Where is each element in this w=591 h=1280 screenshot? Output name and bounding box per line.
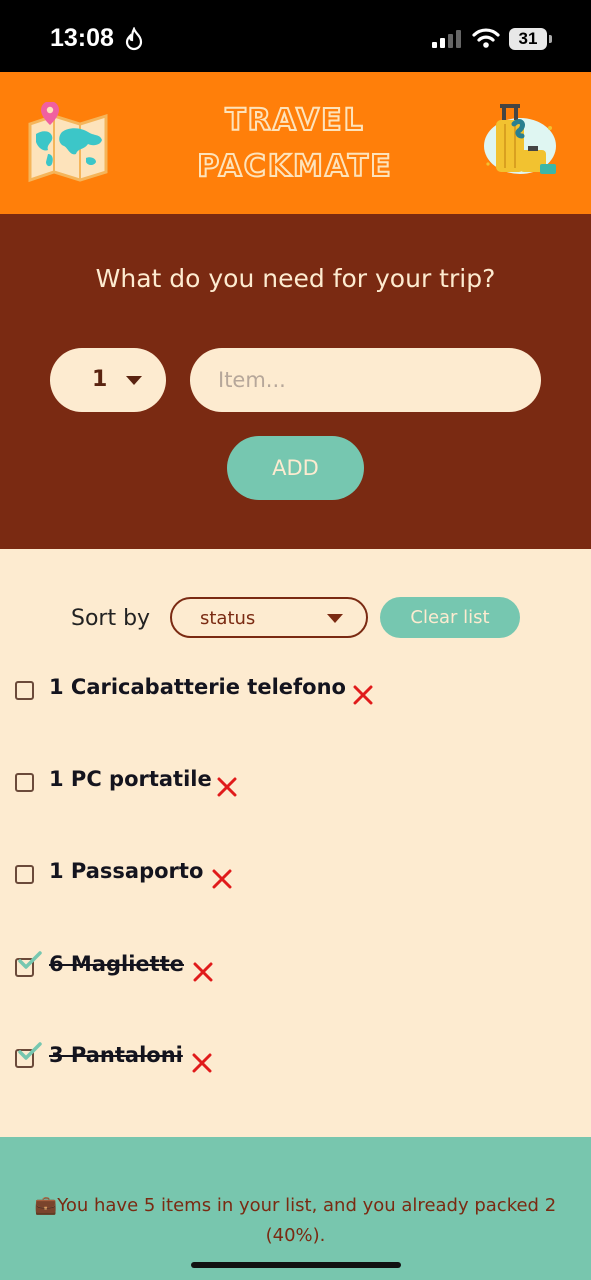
item-text: 1 Passaporto	[49, 859, 204, 883]
home-indicator[interactable]	[191, 1262, 401, 1268]
quantity-select[interactable]: 1	[50, 348, 166, 412]
remove-icon[interactable]	[217, 777, 237, 797]
caret-down-icon	[126, 376, 142, 385]
remove-icon[interactable]	[353, 685, 373, 705]
quantity-value: 1	[92, 367, 108, 392]
status-bar: 13:08 31	[0, 0, 591, 72]
list-item: 3 Pantaloni	[0, 1039, 591, 1079]
list-item: 1 PC portatile	[0, 763, 591, 803]
add-item-form: What do you need for your trip? 1 ADD	[0, 214, 591, 549]
stats-footer: 💼You have 5 items in your list, and you …	[0, 1137, 591, 1280]
app-title-line2: PACKMATE	[196, 148, 393, 185]
signal-icon	[432, 30, 461, 48]
remove-icon[interactable]	[193, 962, 213, 982]
item-input[interactable]	[190, 348, 541, 412]
packed-checkbox[interactable]	[15, 773, 34, 792]
caret-down-icon	[327, 614, 343, 623]
list-item: 1 Passaporto	[0, 855, 591, 895]
battery-icon: 31	[509, 28, 547, 50]
form-heading: What do you need for your trip?	[95, 264, 496, 293]
list-item: 6 Magliette	[0, 948, 591, 988]
stats-text: 💼You have 5 items in your list, and you …	[34, 1195, 557, 1246]
check-icon	[18, 1042, 42, 1060]
packed-checkbox[interactable]	[15, 865, 34, 884]
app-header: TRAVEL PACKMATE	[0, 72, 591, 214]
item-text: 1 Caricabatterie telefono	[49, 675, 346, 699]
world-map-icon	[28, 102, 108, 183]
wifi-icon	[472, 28, 500, 48]
luggage-icon	[484, 104, 556, 174]
list-item: 1 Caricabatterie telefono	[0, 671, 591, 711]
remove-icon[interactable]	[212, 869, 232, 889]
sort-value: status	[200, 608, 256, 629]
clear-list-button[interactable]: Clear list	[380, 597, 520, 638]
app-title-line1: TRAVEL	[224, 102, 365, 139]
item-text: 6 Magliette	[49, 952, 184, 976]
app-title: TRAVEL PACKMATE	[160, 98, 430, 190]
item-text: 1 PC portatile	[49, 767, 212, 791]
flame-icon	[125, 27, 143, 51]
add-button[interactable]: ADD	[227, 436, 364, 500]
sort-label: Sort by	[71, 606, 151, 631]
packed-checkbox[interactable]	[15, 681, 34, 700]
item-text: 3 Pantaloni	[49, 1043, 183, 1067]
sort-select[interactable]: status	[170, 597, 368, 638]
status-time: 13:08	[50, 24, 114, 52]
battery-tip	[549, 35, 552, 43]
remove-icon[interactable]	[192, 1053, 212, 1073]
packing-list-section: Sort by status Clear list 1 Caricabatter…	[0, 549, 591, 1137]
check-icon	[18, 951, 42, 969]
